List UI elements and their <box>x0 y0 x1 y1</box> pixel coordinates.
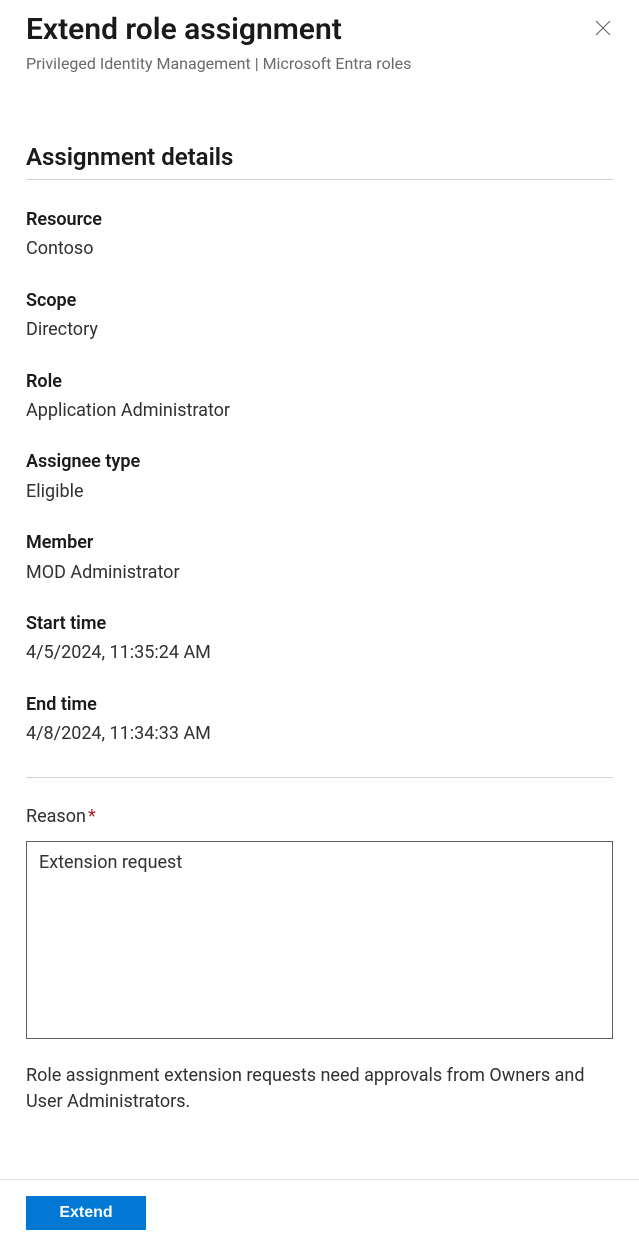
field-value-assignee-type: Eligible <box>26 480 613 503</box>
field-label-scope: Scope <box>26 289 613 312</box>
page-title: Extend role assignment <box>26 12 342 48</box>
field-value-start-time: 4/5/2024, 11:35:24 AM <box>26 641 613 664</box>
field-start-time: Start time 4/5/2024, 11:35:24 AM <box>26 612 613 665</box>
required-indicator: * <box>88 806 96 827</box>
approval-note: Role assignment extension requests need … <box>26 1063 613 1113</box>
field-role: Role Application Administrator <box>26 370 613 423</box>
field-value-resource: Contoso <box>26 237 613 260</box>
footer: Extend <box>0 1179 639 1246</box>
close-button[interactable] <box>589 14 617 42</box>
section-title-assignment-details: Assignment details <box>26 143 613 180</box>
field-resource: Resource Contoso <box>26 208 613 261</box>
breadcrumb: Privileged Identity Management | Microso… <box>26 54 613 73</box>
close-icon <box>595 20 611 36</box>
field-label-end-time: End time <box>26 693 613 716</box>
extend-button[interactable]: Extend <box>26 1196 146 1230</box>
reason-label: Reason <box>26 806 86 827</box>
field-label-assignee-type: Assignee type <box>26 450 613 473</box>
field-label-member: Member <box>26 531 613 554</box>
field-scope: Scope Directory <box>26 289 613 342</box>
field-label-start-time: Start time <box>26 612 613 635</box>
field-value-member: MOD Administrator <box>26 561 613 584</box>
field-value-end-time: 4/8/2024, 11:34:33 AM <box>26 722 613 745</box>
reason-textarea[interactable] <box>26 841 613 1039</box>
field-label-resource: Resource <box>26 208 613 231</box>
field-value-role: Application Administrator <box>26 399 613 422</box>
field-end-time: End time 4/8/2024, 11:34:33 AM <box>26 693 613 746</box>
divider <box>26 777 613 778</box>
field-assignee-type: Assignee type Eligible <box>26 450 613 503</box>
field-value-scope: Directory <box>26 318 613 341</box>
field-member: Member MOD Administrator <box>26 531 613 584</box>
field-label-role: Role <box>26 370 613 393</box>
